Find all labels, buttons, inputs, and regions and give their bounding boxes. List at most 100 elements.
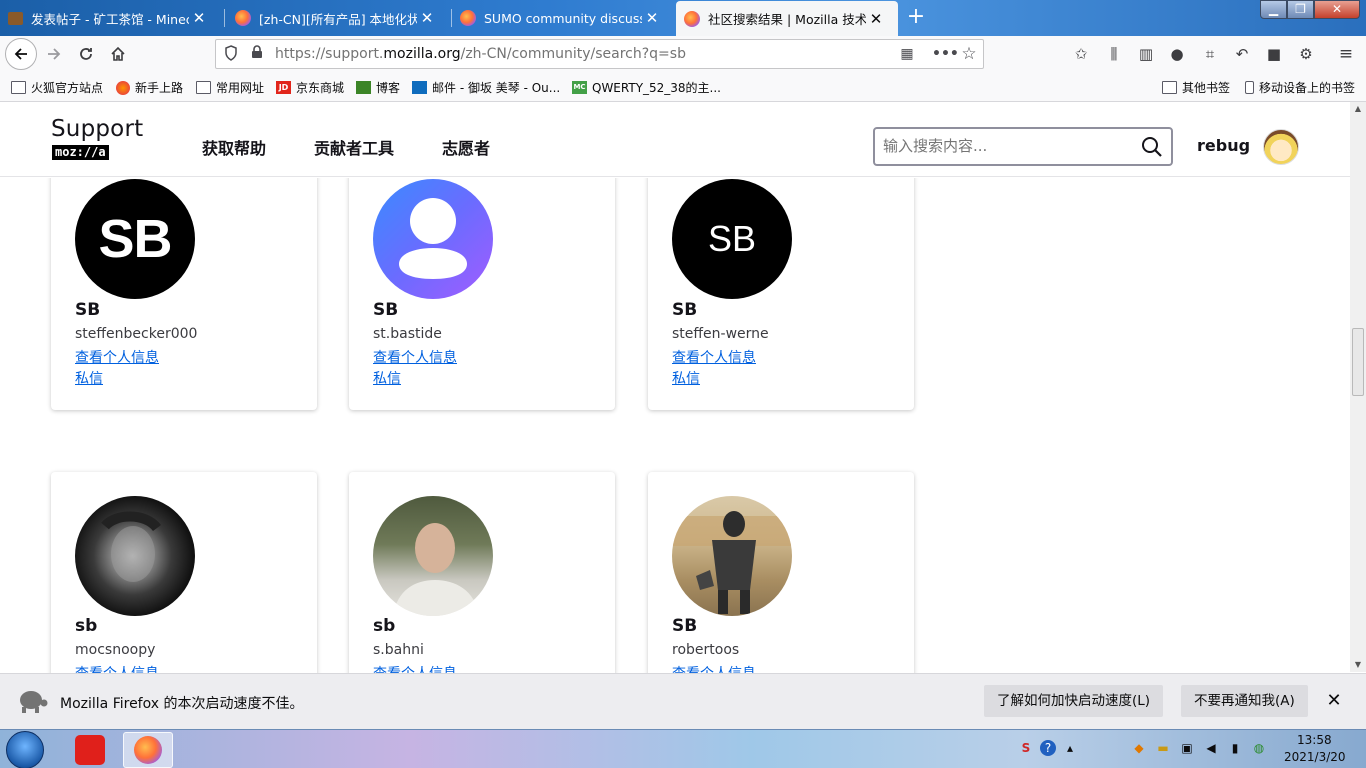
tab-sumo-discussions[interactable]: SUMO community discussions ✕ [452, 2, 674, 34]
sync-icon[interactable]: ⚙ [1296, 44, 1316, 64]
reading-list-icon[interactable]: ✩ [1071, 44, 1091, 64]
minecraft-icon [356, 81, 371, 94]
taskbar-app-firefox[interactable] [123, 732, 173, 768]
search-input[interactable] [883, 137, 1133, 155]
tab-localization[interactable]: [zh-CN][所有产品] 本地化状态 ✕ [227, 2, 449, 34]
bookmark-item[interactable]: 博客 [356, 79, 400, 96]
bookmark-label: 火狐官方站点 [31, 81, 104, 95]
bookmark-label: 新手上路 [135, 81, 184, 95]
site-logo[interactable]: Support [51, 116, 143, 142]
avatar[interactable]: SB [75, 179, 195, 299]
security-tray-icon[interactable]: ◆ [1131, 740, 1147, 756]
close-icon[interactable]: ✕ [1323, 690, 1345, 712]
screenshot-icon[interactable]: ⌗ [1200, 44, 1220, 64]
volume-icon[interactable]: ◀ [1203, 740, 1219, 756]
view-profile-link[interactable]: 查看个人信息 [373, 347, 457, 367]
tab-close-icon[interactable]: ✕ [866, 10, 886, 28]
user-avatar[interactable] [1263, 129, 1299, 165]
shield-icon[interactable] [222, 45, 240, 63]
user-display-name: SB [373, 300, 399, 320]
qr-code-icon[interactable]: ▦ [898, 45, 916, 63]
scroll-down-icon[interactable]: ▼ [1350, 658, 1366, 672]
search-results: SB SB steffenbecker000 查看个人信息 私信 SB st.b… [0, 178, 1350, 673]
network-signal-icon[interactable]: ▮ [1227, 740, 1243, 756]
view-profile-link[interactable]: 查看个人信息 [75, 663, 159, 673]
bookmark-item[interactable]: 其他书签 [1162, 79, 1230, 96]
reload-button[interactable] [72, 40, 100, 68]
tab-close-icon[interactable]: ✕ [417, 9, 437, 27]
nav-get-help[interactable]: 获取帮助 [202, 135, 266, 159]
tab-close-icon[interactable]: ✕ [642, 9, 662, 27]
ime-icon[interactable]: S [1018, 740, 1034, 756]
minecraft-icon [8, 11, 23, 25]
folder-tray-icon[interactable]: ▬ [1155, 740, 1171, 756]
scrollbar-thumb[interactable] [1352, 328, 1364, 396]
clock-time[interactable]: 13:58 [1297, 733, 1332, 747]
library-icon[interactable]: ⫼ [1104, 44, 1124, 64]
bookmark-star-icon[interactable]: ☆ [960, 45, 978, 63]
minimize-button[interactable]: ▁ [1260, 0, 1287, 19]
clock-date[interactable]: 2021/3/20 [1284, 750, 1346, 764]
bookmark-label: 博客 [376, 81, 401, 95]
photo-avatar[interactable] [672, 496, 792, 616]
nav-volunteer[interactable]: 志愿者 [442, 135, 490, 159]
new-tab-button[interactable]: + [904, 5, 928, 29]
photo-avatar[interactable] [75, 496, 195, 616]
bookmark-item[interactable]: 新手上路 [116, 79, 183, 96]
account-icon[interactable]: ● [1167, 44, 1187, 64]
view-profile-link[interactable]: 查看个人信息 [672, 347, 756, 367]
back-button[interactable] [5, 38, 37, 70]
bookmark-item[interactable]: 邮件 - 御坂 美琴 - Ou... [412, 79, 560, 96]
user-display-name: SB [672, 300, 698, 320]
private-message-link[interactable]: 私信 [373, 368, 401, 388]
start-button[interactable] [6, 731, 44, 768]
bookmark-item[interactable]: MC QWERTY_52_38的主... [572, 79, 721, 96]
taskbar: S ? ▴ ◆ ▬ ▣ ◀ ▮ ◍ 13:58 2021/3/20 [0, 729, 1366, 768]
lock-icon[interactable] [248, 45, 266, 63]
dont-notify-button[interactable]: 不要再通知我(A) [1181, 685, 1308, 717]
mozilla-logo[interactable]: moz://a [52, 145, 109, 160]
page-scrollbar[interactable]: ▲ ▼ [1350, 102, 1366, 672]
site-header: Support moz://a 获取帮助 贡献者工具 志愿者 rebug [0, 102, 1350, 177]
private-message-link[interactable]: 私信 [75, 368, 103, 388]
tab-close-icon[interactable]: ✕ [189, 9, 209, 27]
help-icon[interactable]: ? [1040, 740, 1056, 756]
mobile-icon [1245, 81, 1254, 94]
tab-minecraft[interactable]: 发表帖子 - 矿工茶馆 - Minecraft ✕ [0, 2, 222, 34]
nav-contributor-tools[interactable]: 贡献者工具 [314, 135, 394, 159]
undo-icon[interactable]: ↶ [1232, 44, 1252, 64]
search-icon[interactable] [1141, 136, 1163, 158]
home-button[interactable] [104, 40, 132, 68]
bookmark-item[interactable]: 火狐官方站点 [11, 79, 103, 96]
tray-expand-icon[interactable]: ▴ [1062, 740, 1078, 756]
firefox-icon [460, 10, 476, 26]
avatar[interactable]: SB [672, 179, 792, 299]
bookmark-item[interactable]: JD 京东商城 [276, 79, 344, 96]
view-profile-link[interactable]: 查看个人信息 [672, 663, 756, 673]
forward-button[interactable] [40, 40, 68, 68]
extension-icon[interactable]: ■ [1264, 44, 1284, 64]
page-actions-icon[interactable]: ••• [932, 45, 959, 63]
menu-icon[interactable]: ≡ [1336, 44, 1356, 64]
site-search [873, 127, 1173, 166]
default-avatar-icon[interactable] [373, 179, 493, 299]
tab-title: SUMO community discussions [484, 10, 642, 26]
learn-startup-speed-button[interactable]: 了解如何加快启动速度(L) [984, 685, 1164, 717]
scroll-up-icon[interactable]: ▲ [1350, 102, 1366, 116]
url-bar[interactable]: https://support.mozilla.org/zh-CN/commun… [215, 39, 984, 69]
private-message-link[interactable]: 私信 [672, 368, 700, 388]
view-profile-link[interactable]: 查看个人信息 [75, 347, 159, 367]
taskbar-app-netease-music[interactable] [65, 732, 115, 768]
bookmark-item[interactable]: 移动设备上的书签 [1245, 79, 1355, 96]
maximize-button[interactable]: ❐ [1287, 0, 1314, 19]
network-globe-icon[interactable]: ◍ [1251, 740, 1267, 756]
sidebar-icon[interactable]: ▥ [1136, 44, 1156, 64]
device-tray-icon[interactable]: ▣ [1179, 740, 1195, 756]
url-text[interactable]: https://support.mozilla.org/zh-CN/commun… [275, 46, 686, 62]
bookmark-item[interactable]: 常用网址 [196, 79, 264, 96]
view-profile-link[interactable]: 查看个人信息 [373, 663, 457, 673]
photo-avatar[interactable] [373, 496, 493, 616]
window-close-button[interactable]: ✕ [1314, 0, 1360, 19]
username-link[interactable]: rebug [1197, 136, 1250, 155]
tab-search-results[interactable]: 社区搜索结果 | Mozilla 技术支持 ✕ [676, 1, 898, 36]
